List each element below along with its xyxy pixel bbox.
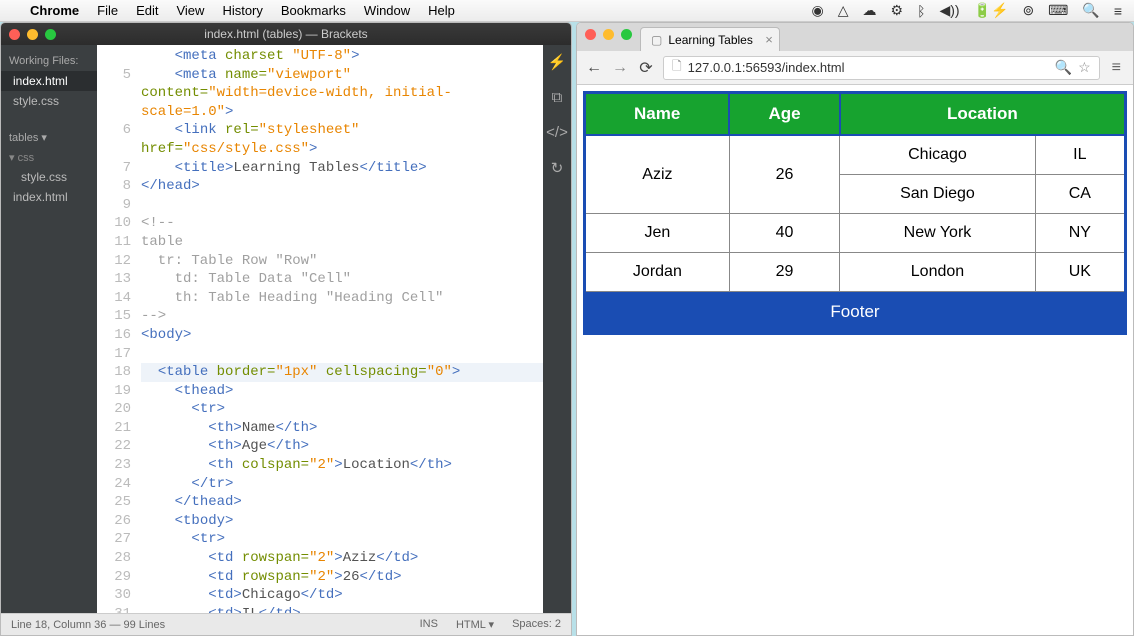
demo-table: Name Age Location Aziz 26 Chicago IL San… xyxy=(583,91,1127,335)
cell-name: Aziz xyxy=(585,135,730,214)
code-editor[interactable]: 5 6 789101112131415161718192021222324252… xyxy=(97,45,543,613)
status-lang[interactable]: HTML ▾ xyxy=(456,618,494,631)
project-label[interactable]: tables ▾ xyxy=(1,127,97,148)
cell-state: UK xyxy=(1035,253,1125,292)
brackets-window-title: index.html (tables) — Brackets xyxy=(1,27,571,41)
brackets-window: index.html (tables) — Brackets Working F… xyxy=(0,22,572,636)
battery-icon[interactable]: 🔋⚡ xyxy=(974,2,1009,19)
zoom-icon[interactable]: 🔍 xyxy=(1055,59,1072,76)
reload-button[interactable]: ⟳ xyxy=(637,58,655,78)
menu-window[interactable]: Window xyxy=(364,3,410,18)
chrome-toolbar: ← → ⟳ 🗋 127.0.0.1:56593/index.html 🔍 ☆ ≡ xyxy=(577,51,1133,85)
sidebar-item-working[interactable]: index.html xyxy=(1,71,97,91)
brackets-titlebar: index.html (tables) — Brackets xyxy=(1,23,571,45)
sidebar-item-file[interactable]: index.html xyxy=(1,187,97,207)
th-age: Age xyxy=(729,93,839,136)
status-spaces[interactable]: Spaces: 2 xyxy=(512,618,561,631)
menubar-status-icons: ◉ △ ☁ ⚙ ᛒ ◀)) 🔋⚡ ⊚ ⌨ 🔍 ≡ xyxy=(812,2,1123,19)
chrome-menu-icon[interactable]: ≡ xyxy=(1108,59,1125,77)
table-row: Jordan 29 London UK xyxy=(585,253,1126,292)
status-cursor-pos: Line 18, Column 36 — 99 Lines xyxy=(11,619,165,631)
refresh-icon[interactable]: ↻ xyxy=(551,159,564,177)
brackets-right-toolbar: ⚡ ⧉ </> ↻ xyxy=(543,45,571,613)
browser-tab[interactable]: ▢ Learning Tables × xyxy=(640,27,780,51)
minimize-icon[interactable] xyxy=(27,29,38,40)
live-preview-icon[interactable]: ⚡ xyxy=(548,53,567,71)
mac-menubar: Chrome File Edit View History Bookmarks … xyxy=(0,0,1134,22)
page-info-icon[interactable]: 🗋 xyxy=(672,57,682,78)
cell-footer: Footer xyxy=(585,292,1126,334)
tab-close-icon[interactable]: × xyxy=(765,32,773,47)
keyboard-icon[interactable]: ⌨ xyxy=(1048,2,1068,19)
table-header-row: Name Age Location xyxy=(585,93,1126,136)
menu-edit[interactable]: Edit xyxy=(136,3,158,18)
menu-help[interactable]: Help xyxy=(428,3,455,18)
sidebar-item-folder[interactable]: css xyxy=(18,152,35,164)
status-ins[interactable]: INS xyxy=(420,618,438,631)
cell-city: London xyxy=(840,253,1035,292)
sidebar-item-file[interactable]: style.css xyxy=(1,167,97,187)
search-icon[interactable]: 🔍 xyxy=(1082,2,1099,19)
back-button[interactable]: ← xyxy=(585,59,603,77)
wifi-icon[interactable]: ⊚ xyxy=(1022,2,1034,19)
code-icon[interactable]: </> xyxy=(546,124,568,141)
status-icon[interactable]: ☁ xyxy=(863,2,877,19)
cell-state: CA xyxy=(1035,175,1125,214)
cell-age: 40 xyxy=(729,214,839,253)
cell-city: New York xyxy=(840,214,1035,253)
th-name: Name xyxy=(585,93,730,136)
close-icon[interactable] xyxy=(585,29,596,40)
status-icon[interactable]: △ xyxy=(838,2,849,19)
th-location: Location xyxy=(840,93,1126,136)
maximize-icon[interactable] xyxy=(621,29,632,40)
table-footer-row: Footer xyxy=(585,292,1126,334)
forward-button[interactable]: → xyxy=(611,59,629,77)
volume-icon[interactable]: ◀)) xyxy=(939,2,959,19)
menu-history[interactable]: History xyxy=(222,3,262,18)
url-text: 127.0.0.1:56593/index.html xyxy=(688,60,1049,75)
cell-city: San Diego xyxy=(840,175,1035,214)
minimize-icon[interactable] xyxy=(603,29,614,40)
cell-name: Jen xyxy=(585,214,730,253)
chrome-window: ▢ Learning Tables × ← → ⟳ 🗋 127.0.0.1:56… xyxy=(576,22,1134,636)
menu-bookmarks[interactable]: Bookmarks xyxy=(281,3,346,18)
menu-icon[interactable]: ≡ xyxy=(1114,3,1122,19)
tab-favicon-icon: ▢ xyxy=(651,33,662,47)
menubar-app[interactable]: Chrome xyxy=(30,3,79,18)
cell-state: NY xyxy=(1035,214,1125,253)
table-row: Aziz 26 Chicago IL xyxy=(585,135,1126,175)
bookmark-icon[interactable]: ☆ xyxy=(1078,59,1091,76)
maximize-icon[interactable] xyxy=(45,29,56,40)
close-icon[interactable] xyxy=(9,29,20,40)
sidebar-item-working[interactable]: style.css xyxy=(1,91,97,111)
table-row: Jen 40 New York NY xyxy=(585,214,1126,253)
address-bar[interactable]: 🗋 127.0.0.1:56593/index.html 🔍 ☆ xyxy=(663,56,1100,80)
status-icon[interactable]: ⚙ xyxy=(891,2,904,19)
working-files-label: Working Files: xyxy=(1,51,97,71)
tab-title: Learning Tables xyxy=(668,33,753,47)
menu-view[interactable]: View xyxy=(176,3,204,18)
cell-city: Chicago xyxy=(840,135,1035,175)
cell-age: 29 xyxy=(729,253,839,292)
chrome-tabbar: ▢ Learning Tables × xyxy=(577,23,1133,51)
cell-name: Jordan xyxy=(585,253,730,292)
cell-age: 26 xyxy=(729,135,839,214)
browser-viewport: Name Age Location Aziz 26 Chicago IL San… xyxy=(577,85,1133,635)
menu-file[interactable]: File xyxy=(97,3,118,18)
cell-state: IL xyxy=(1035,135,1125,175)
extensions-icon[interactable]: ⧉ xyxy=(552,89,563,106)
status-icon[interactable]: ◉ xyxy=(812,2,824,19)
brackets-sidebar: Working Files: index.html style.css tabl… xyxy=(1,45,97,613)
bluetooth-icon[interactable]: ᛒ xyxy=(917,3,925,19)
brackets-statusbar: Line 18, Column 36 — 99 Lines INS HTML ▾… xyxy=(1,613,571,635)
